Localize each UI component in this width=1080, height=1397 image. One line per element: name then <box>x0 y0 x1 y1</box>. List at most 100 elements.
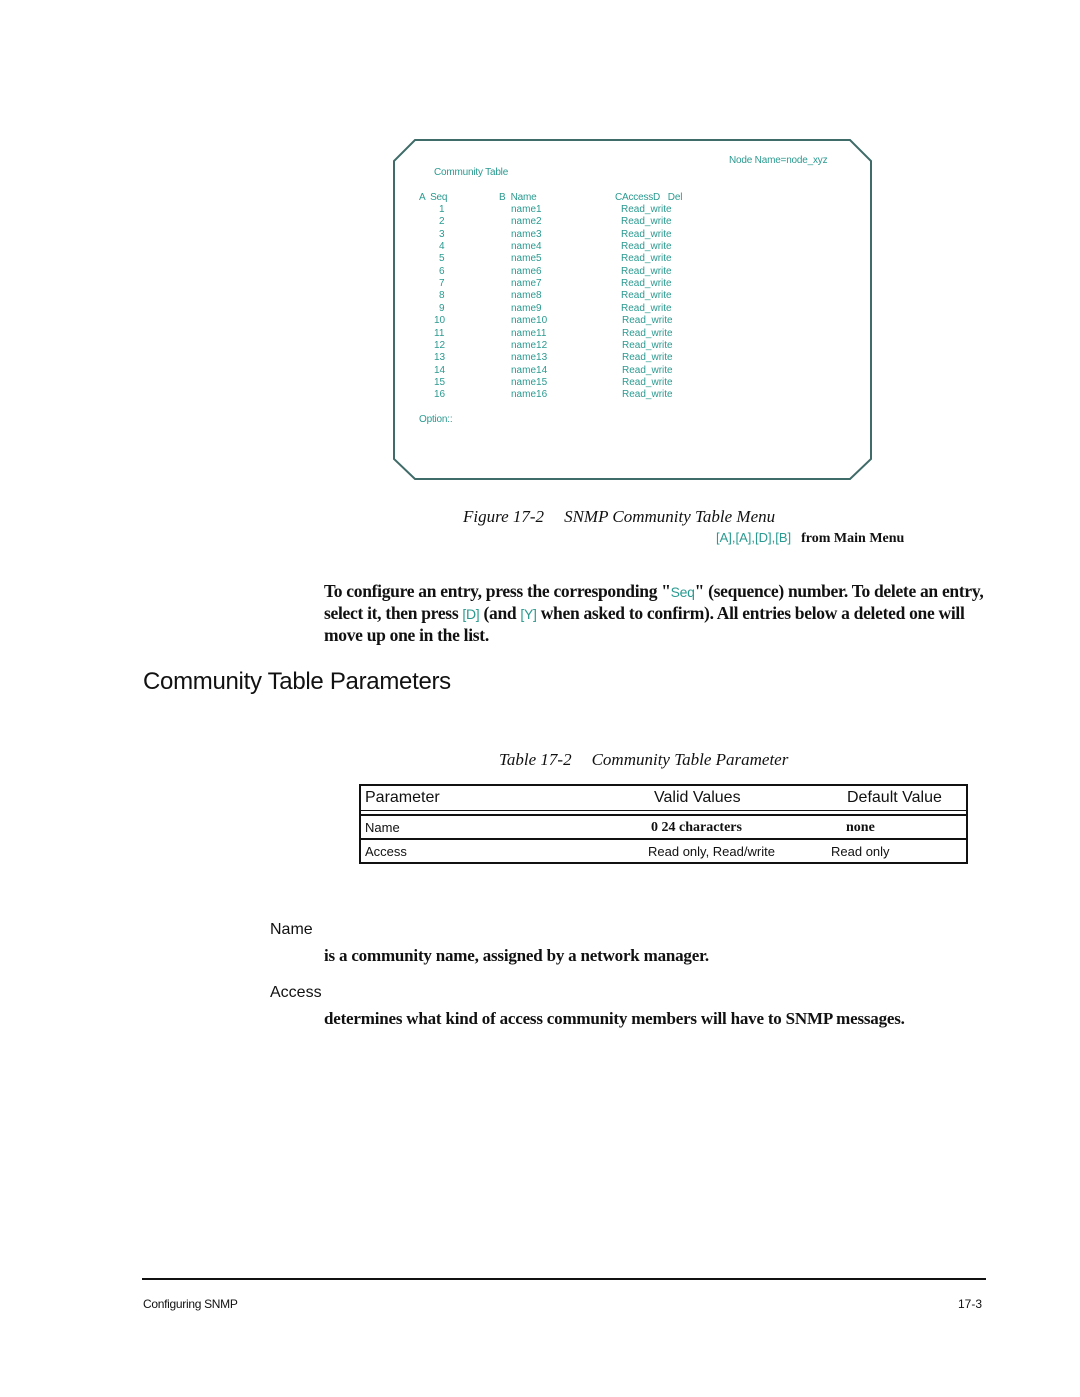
row-access: Read_write <box>621 265 672 277</box>
row-name: name12 <box>511 339 548 351</box>
cell-parameter: Access <box>365 844 407 859</box>
key-seq: Seq <box>670 584 695 600</box>
screen-table-row: 16 name16 Read_write <box>393 389 872 401</box>
row-access: Read_write <box>621 216 672 228</box>
table-row: Access Read only, Read/write Read only <box>361 840 966 862</box>
row-seq: 1 <box>439 204 445 215</box>
row-name: name5 <box>511 253 542 265</box>
column-header-access-del: CAccessD Del <box>615 192 683 203</box>
footer-divider <box>142 1278 986 1280</box>
row-name: name11 <box>511 327 547 339</box>
row-seq: 12 <box>434 339 446 351</box>
screen-table-row: 14 name14 Read_write <box>393 365 872 377</box>
row-seq: 6 <box>439 265 445 277</box>
definition-body-name: is a community name, assigned by a netwo… <box>324 946 709 965</box>
table-caption: Table 17-2 Community Table Parameter <box>499 750 788 770</box>
row-seq: 3 <box>439 228 445 240</box>
screen-table-row: 4 name4 Read_write <box>393 241 872 253</box>
footer-chapter-title: Configuring SNMP <box>143 1297 238 1311</box>
terminal-screen-figure: Node Name=node_xyz Community Table A Seq… <box>393 139 872 480</box>
paragraph-text: (and <box>479 603 521 623</box>
row-seq: 4 <box>439 241 445 253</box>
table-row: Name 0 24 characters none <box>361 816 966 840</box>
screen-table-row: 2 name2 Read_write <box>393 216 872 228</box>
row-seq: 16 <box>434 389 446 401</box>
screen-table-row: 1 name1 Read_write <box>393 204 872 216</box>
screen-table-row: 9 name9 Read_write <box>393 303 872 315</box>
row-name: name6 <box>511 265 542 277</box>
menu-path-keys: [A],[A],[D],[B] <box>716 530 792 545</box>
header-default-value: Default Value <box>847 789 942 806</box>
row-access: Read_write <box>622 339 673 351</box>
screen-table-row: 13 name13 Read_write <box>393 352 872 364</box>
table-number: Table 17-2 <box>499 750 572 769</box>
row-access: Read_write <box>621 290 672 302</box>
row-seq: 11 <box>434 327 445 339</box>
row-seq: 5 <box>439 253 445 265</box>
screen-table-row: 3 name3 Read_write <box>393 229 872 241</box>
row-name: name14 <box>511 364 548 376</box>
node-name: Node Name=node_xyz <box>729 155 828 166</box>
row-name: name3 <box>511 228 542 240</box>
screen-table-row: 12 name12 Read_write <box>393 340 872 352</box>
screen-table-row: 6 name6 Read_write <box>393 266 872 278</box>
row-name: name7 <box>511 278 542 290</box>
parameter-table: Parameter Valid Values Default Value Nam… <box>359 784 968 864</box>
instructions-paragraph: To configure an entry, press the corresp… <box>324 581 1004 646</box>
figure-number: Figure 17-2 <box>463 507 545 526</box>
row-name: name8 <box>511 290 542 302</box>
footer-page-number: 17-3 <box>958 1297 983 1311</box>
row-access: Read_write <box>622 315 673 327</box>
row-seq: 7 <box>439 278 445 290</box>
screen-title: Community Table <box>434 167 509 178</box>
definition-body-access: determines what kind of access community… <box>324 1009 905 1028</box>
row-seq: 9 <box>439 302 445 314</box>
row-access: Read_write <box>621 241 672 253</box>
row-access: Read_write <box>622 352 673 364</box>
screen-table-row: 10 name10 Read_write <box>393 315 872 327</box>
row-name: name1 <box>511 204 542 215</box>
figure-title: SNMP Community Table Menu <box>564 507 776 526</box>
row-access: Read_write <box>621 278 672 290</box>
paragraph-text: To configure an entry, press the corresp… <box>324 581 671 601</box>
definition-term-access: Access <box>270 984 322 1001</box>
table-title: Community Table Parameter <box>591 750 789 769</box>
row-access: Read_write <box>622 389 673 401</box>
option-prompt: Option:: <box>419 414 453 425</box>
key-d: [D] <box>462 606 480 622</box>
section-heading: Community Table Parameters <box>143 668 451 695</box>
row-access: Read_write <box>622 376 673 388</box>
cell-valid-values: Read only, Read/write <box>648 844 775 859</box>
row-name: name9 <box>511 302 542 314</box>
column-header-name: B Name <box>499 192 537 203</box>
screen-table-row: 8 name8 Read_write <box>393 290 872 302</box>
cell-default-value: Read only <box>831 844 890 859</box>
menu-path-suffix: from Main Menu <box>801 531 905 546</box>
row-seq: 2 <box>439 216 445 228</box>
definition-term-name: Name <box>270 921 313 938</box>
key-y: [Y] <box>520 606 537 622</box>
column-header-seq: A Seq <box>419 192 448 203</box>
screen-table-row: 5 name5 Read_write <box>393 253 872 265</box>
row-access: Read_write <box>622 327 673 339</box>
row-name: name15 <box>511 376 548 388</box>
row-seq: 15 <box>434 376 446 388</box>
row-access: Read_write <box>621 228 672 240</box>
header-parameter: Parameter <box>365 789 440 806</box>
row-seq: 13 <box>434 352 446 364</box>
row-seq: 8 <box>439 290 445 302</box>
screen-table-row: 7 name7 Read_write <box>393 278 872 290</box>
row-access: Read_write <box>622 364 673 376</box>
row-name: name13 <box>511 352 548 364</box>
menu-path: [A],[A],[D],[B] from Main Menu <box>716 530 904 547</box>
figure-caption: Figure 17-2 SNMP Community Table Menu <box>463 507 775 527</box>
cell-default-value: none <box>846 820 875 835</box>
screen-table-row: 15 name15 Read_write <box>393 377 872 389</box>
cell-parameter: Name <box>365 820 400 835</box>
row-name: name16 <box>511 389 548 401</box>
row-seq: 14 <box>434 364 446 376</box>
row-access: Read_write <box>621 302 672 314</box>
table-header-row: Parameter Valid Values Default Value <box>361 786 966 811</box>
row-name: name4 <box>511 241 542 253</box>
row-seq: 10 <box>434 315 446 327</box>
